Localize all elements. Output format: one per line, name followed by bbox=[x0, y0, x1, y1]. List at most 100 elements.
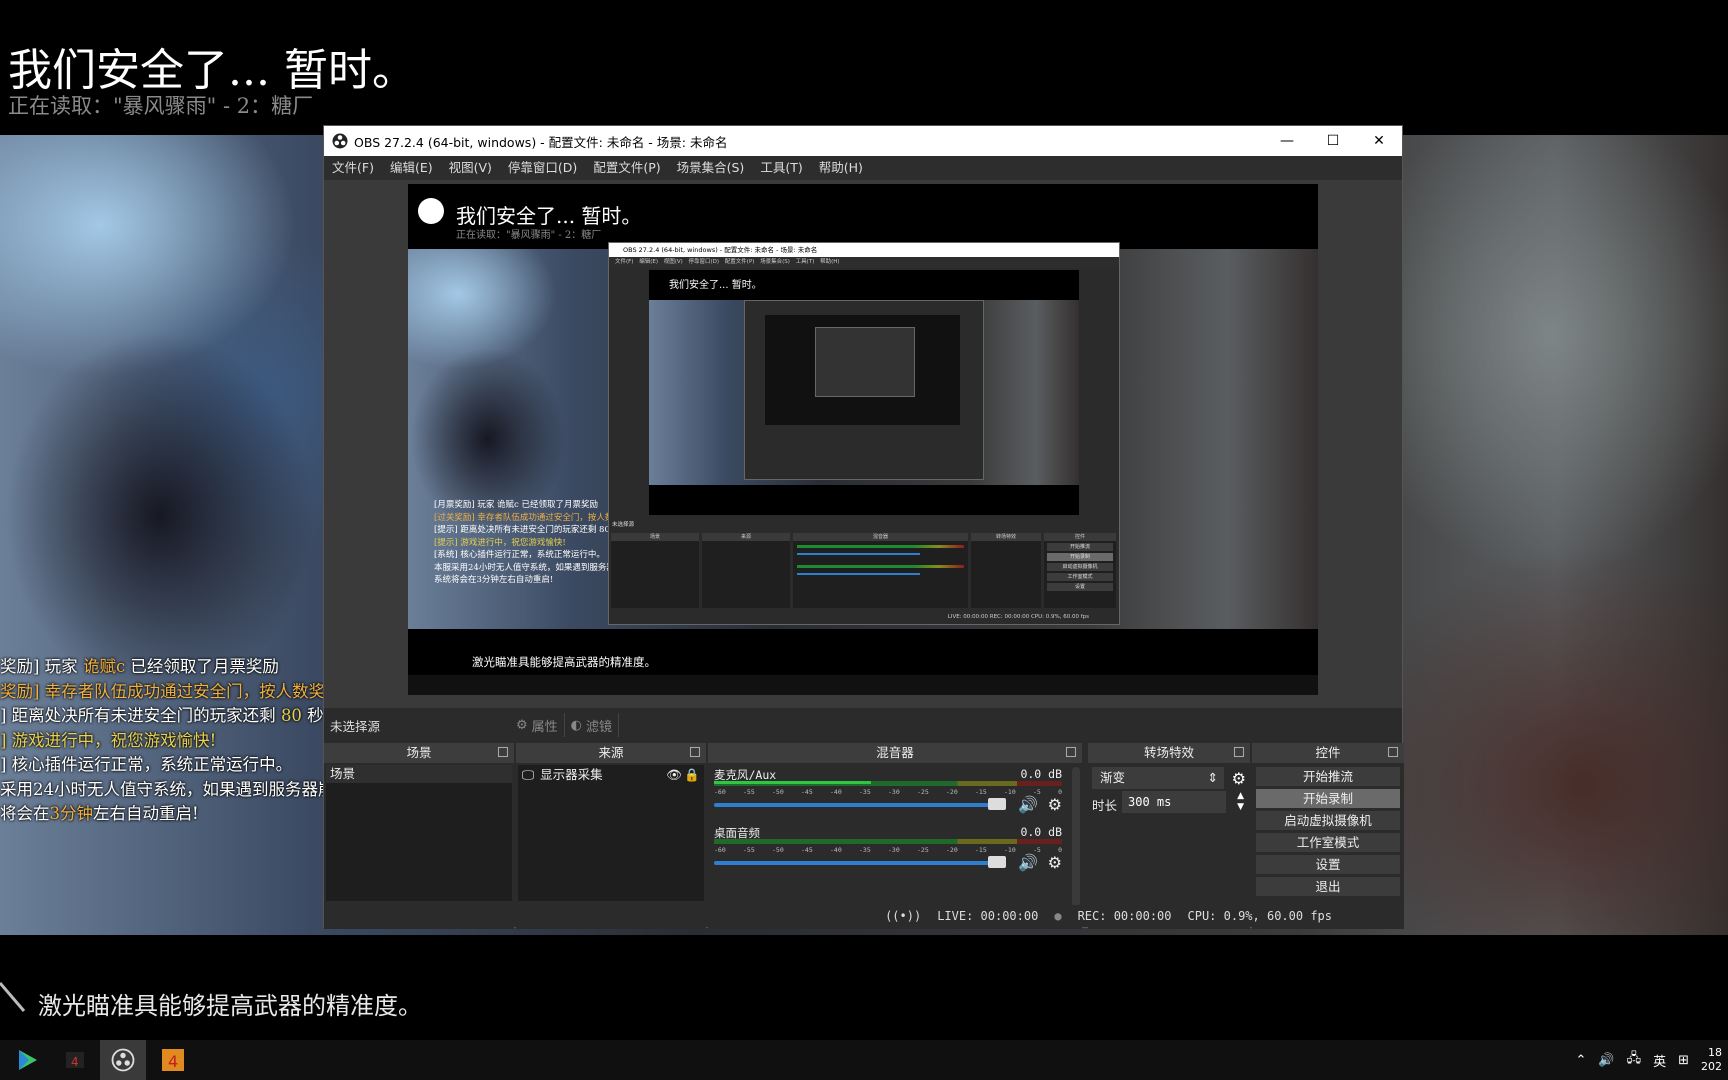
game-header: 我们安全了... 暂时。 正在读取："暴风骤雨" - 2：糖厂 bbox=[0, 0, 1728, 135]
taskbar-media-player-app[interactable] bbox=[4, 1040, 50, 1080]
program-preview[interactable]: 我们安全了... 暂时。 正在读取："暴风骤雨" - 2：糖厂 [月票奖励] 玩… bbox=[408, 184, 1318, 695]
monitor-icon: 🖵 bbox=[522, 767, 535, 782]
chevron-up-icon[interactable]: ⌃ bbox=[1575, 1053, 1586, 1068]
source-list-item[interactable]: 🖵 显示器采集 👁 🔒 bbox=[518, 765, 704, 785]
duration-stepper-icon[interactable]: ▲ ▼ bbox=[1237, 791, 1244, 813]
game-loading-subtitle: 正在读取："暴风骤雨" - 2：糖厂 bbox=[8, 94, 314, 118]
preview-chat-line: [系统] 核心插件运行正常，系统正常运行中。 bbox=[434, 550, 605, 560]
duration-input[interactable]: 300 ms bbox=[1122, 791, 1226, 813]
game-loading-title: 我们安全了... 暂时。 bbox=[8, 45, 416, 96]
transition-select[interactable]: 渐变 ⇕ bbox=[1092, 767, 1224, 789]
l4d2-icon: 4 bbox=[162, 1049, 184, 1071]
network-icon[interactable]: 🖧 bbox=[1627, 1049, 1642, 1071]
menu-file[interactable]: 文件(F) bbox=[324, 156, 382, 180]
speaker-icon[interactable]: 🔊 bbox=[1018, 853, 1038, 872]
preview-obs-sourcebar: 未选择源 bbox=[612, 522, 635, 528]
scenes-list: 场景 bbox=[326, 765, 512, 901]
menu-view[interactable]: 视图(V) bbox=[441, 156, 500, 180]
preview-transitions-dock: 转场特效 bbox=[971, 533, 1041, 608]
menu-tools[interactable]: 工具(T) bbox=[752, 156, 810, 180]
filter-icon: ◐ bbox=[570, 717, 583, 733]
gear-icon[interactable]: ⚙ bbox=[1048, 795, 1062, 814]
preview-game-subtitle: 正在读取："暴风骤雨" - 2：糖厂 bbox=[456, 230, 602, 241]
sources-dock-title: 来源 bbox=[598, 745, 624, 760]
preview-obs-preview: 我们安全了... 暂时。 bbox=[649, 270, 1079, 515]
start-virtual-camera-button[interactable]: 启动虚拟摄像机 bbox=[1256, 811, 1400, 830]
meter-scale: -60 -55 -50 -45 -40 -35 -30 -25 -20 -15 -10 -5 0 bbox=[714, 846, 1062, 854]
undock-icon[interactable] bbox=[1066, 747, 1076, 757]
obs-window: OBS 27.2.4 (64-bit, windows) - 配置文件: 未命名… bbox=[323, 125, 1404, 929]
preview-chat-line: [月票奖励] 玩家 诡赋c 已经领取了月票奖励 bbox=[434, 500, 599, 510]
gear-icon[interactable]: ⚙ bbox=[1048, 853, 1062, 872]
live-indicator-icon: ((•)) bbox=[885, 909, 922, 923]
mixer-scrollbar[interactable] bbox=[1072, 767, 1080, 907]
audio-meter bbox=[714, 839, 1062, 844]
preview-chat-line: 系统将会在3分钟左右自动重启! bbox=[434, 575, 554, 585]
properties-button[interactable]: ⚙ 属性 bbox=[510, 713, 565, 737]
start-recording-button[interactable]: 开始录制 bbox=[1256, 789, 1400, 808]
volume-slider-handle[interactable] bbox=[988, 798, 1006, 810]
menu-edit[interactable]: 编辑(E) bbox=[382, 156, 441, 180]
preview-chat-log: [月票奖励] 玩家 诡赋c 已经领取了月票奖励 [过关奖励] 幸存者队伍成功通过… bbox=[434, 499, 623, 587]
chat-line: ] 距离处决所有未进安全门的玩家还剩 80 秒 bbox=[0, 706, 324, 725]
preview-obs-window: OBS 27.2.4 (64-bit, windows) - 配置文件: 未命名… bbox=[608, 242, 1120, 625]
audio-meter-level bbox=[714, 781, 871, 784]
no-source-label: 未选择源 bbox=[330, 718, 381, 734]
media-player-icon bbox=[19, 1050, 37, 1070]
maximize-button[interactable]: ☐ bbox=[1310, 126, 1356, 156]
scene-list-item[interactable]: 场景 bbox=[326, 765, 512, 783]
close-button[interactable]: ✕ bbox=[1356, 126, 1402, 156]
game-tip-text: 激光瞄准具能够提高武器的精准度。 bbox=[38, 992, 422, 1020]
undock-icon[interactable] bbox=[1234, 747, 1244, 757]
undock-icon[interactable] bbox=[690, 747, 700, 757]
preview-chat-line: [提示] 游戏进行中，祝您游戏愉快! bbox=[434, 537, 566, 548]
nested-obs-preview bbox=[765, 315, 960, 425]
exit-button[interactable]: 退出 bbox=[1256, 877, 1400, 896]
mixer-track-desktop: 桌面音频 0.0 dB -60 -55 -50 -45 -40 -35 -30 -25 -20-… bbox=[714, 825, 1062, 883]
preview-game-title: 我们安全了... 暂时。 bbox=[456, 204, 642, 228]
volume-slider[interactable] bbox=[714, 861, 990, 865]
gear-icon: ⚙ bbox=[516, 717, 528, 733]
menu-help[interactable]: 帮助(H) bbox=[811, 156, 871, 180]
volume-slider[interactable] bbox=[714, 803, 990, 807]
preview-scenes-dock: 场景 bbox=[611, 533, 699, 608]
duration-label: 时长 bbox=[1092, 798, 1118, 813]
svg-text:4: 4 bbox=[168, 1052, 178, 1071]
menu-profile[interactable]: 配置文件(P) bbox=[585, 156, 668, 180]
settings-button[interactable]: 设置 bbox=[1256, 855, 1400, 874]
preview-mixer-dock: 混音器 bbox=[793, 533, 968, 608]
speaker-icon[interactable]: 🔊 bbox=[1018, 795, 1038, 814]
undock-icon[interactable] bbox=[498, 747, 508, 757]
taskbar-game-app[interactable]: 4 bbox=[52, 1040, 98, 1080]
filters-button[interactable]: ◐ 滤镜 bbox=[565, 713, 620, 737]
obs-icon bbox=[111, 1048, 135, 1072]
obs-titlebar[interactable]: OBS 27.2.4 (64-bit, windows) - 配置文件: 未命名… bbox=[324, 126, 1402, 156]
windows-taskbar bbox=[0, 1040, 1728, 1080]
visibility-eye-icon[interactable]: 👁 bbox=[666, 765, 682, 785]
rec-indicator-icon: ● bbox=[1054, 909, 1062, 923]
menu-docks[interactable]: 停靠窗口(D) bbox=[500, 156, 585, 180]
ime-grid-icon[interactable]: ⊞ bbox=[1678, 1053, 1689, 1068]
mixer-dock-header: 混音器 bbox=[708, 743, 1082, 763]
controls-dock: 控件 开始推流 开始录制 启动虚拟摄像机 工作室模式 设置 退出 bbox=[1252, 743, 1404, 929]
taskbar-l4d2-app[interactable]: 4 bbox=[150, 1040, 196, 1080]
start-streaming-button[interactable]: 开始推流 bbox=[1256, 767, 1400, 786]
volume-slider-handle[interactable] bbox=[988, 856, 1006, 868]
minimize-button[interactable]: — bbox=[1264, 126, 1310, 156]
menu-scene-collection[interactable]: 场景集合(S) bbox=[669, 156, 753, 180]
gear-icon[interactable]: ⚙ bbox=[1232, 769, 1246, 788]
tray-clock[interactable]: 18 202 bbox=[1701, 1046, 1722, 1074]
scenes-dock: 场景 场景 + − ⌃ ⌄ bbox=[324, 743, 514, 929]
cpu-fps: CPU: 0.9%, 60.00 fps bbox=[1187, 909, 1333, 923]
preview-sources-dock: 来源 bbox=[702, 533, 790, 608]
lock-icon[interactable]: 🔒 bbox=[684, 765, 700, 785]
studio-mode-button[interactable]: 工作室模式 bbox=[1256, 833, 1400, 852]
scenes-dock-header: 场景 bbox=[324, 743, 514, 763]
volume-icon[interactable]: 🔊 bbox=[1598, 1053, 1614, 1068]
live-timer: LIVE: 00:00:00 bbox=[937, 909, 1039, 923]
nested-preview-title: 我们安全了... 暂时。 bbox=[669, 280, 762, 291]
undock-icon[interactable] bbox=[1388, 747, 1398, 757]
taskbar-obs-app[interactable] bbox=[100, 1040, 146, 1080]
chat-line: 将会在3分钟左右自动重启! bbox=[0, 804, 199, 823]
ime-indicator[interactable]: 英 bbox=[1653, 1051, 1666, 1070]
